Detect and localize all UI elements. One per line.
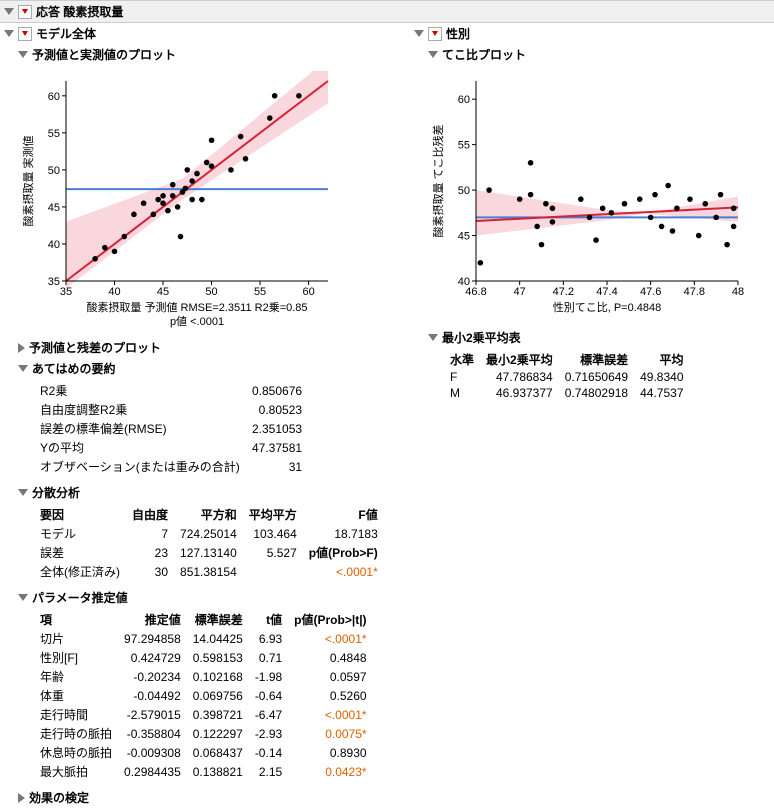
svg-text:45: 45: [48, 202, 60, 214]
disclosure-icon[interactable]: [4, 8, 14, 15]
section-title: 最小2乗平均表: [442, 329, 521, 346]
svg-text:60: 60: [48, 91, 60, 103]
svg-text:40: 40: [48, 239, 60, 251]
svg-text:47.4: 47.4: [596, 286, 617, 298]
table-row: M46.9373770.7480291844.7537: [444, 385, 690, 401]
scatter-plot-1: 3535 40 40 45 45 50 50 55 55 60 60 酸素摂取量 予測値 RMSE=2…: [18, 71, 338, 331]
response-header: 応答 酸素摂取量: [0, 0, 774, 23]
svg-text:50: 50: [458, 185, 470, 197]
table-row: オブザベーション(または重みの合計)31: [34, 457, 308, 476]
svg-text:酸素摂取量 予測値 RMSE=2.3511 R2乗=0.85: 酸素摂取量 予測値 RMSE=2.3511 R2乗=0.85: [86, 300, 307, 314]
disclosure-icon[interactable]: [428, 334, 438, 341]
leverage-plot: 46.84747.247.447.647.8484045505560性別てこ比,…: [424, 65, 770, 327]
table-header-row: 水準最小2乗平均標準誤差平均: [444, 350, 690, 369]
svg-text:60: 60: [458, 94, 470, 106]
svg-text:35: 35: [48, 276, 60, 288]
lsmeans-table: 水準最小2乗平均標準誤差平均F47.7868340.7165064949.834…: [444, 350, 690, 401]
leverage-plot-header: てこ比プロット: [424, 44, 770, 65]
table-row: 休息時の脈拍-0.0093080.068437-0.140.8930: [34, 743, 373, 762]
menu-button[interactable]: [18, 27, 32, 41]
table-row: 誤差の標準偏差(RMSE)2.351053: [34, 419, 308, 438]
chevron-down-icon: [22, 9, 28, 14]
svg-text:47: 47: [514, 286, 526, 298]
section-title: 性別: [446, 25, 470, 42]
svg-text:50: 50: [48, 165, 60, 177]
table-row: 体重-0.044920.069756-0.640.5260: [34, 686, 373, 705]
svg-text:60: 60: [302, 286, 314, 298]
table-row: 年齢-0.202340.102168-1.980.0597: [34, 667, 373, 686]
chevron-down-icon: [22, 31, 28, 36]
svg-text:酸素摂取量 てこ比残差: 酸素摂取量 てこ比残差: [431, 124, 445, 237]
svg-text:酸素摂取量 実測値: 酸素摂取量 実測値: [21, 135, 35, 226]
model-title: モデル全体: [36, 25, 96, 42]
anova-header: 分散分析: [14, 482, 410, 503]
table-row: モデル7724.25014103.46418.7183: [34, 524, 384, 543]
table-header-row: 項推定値標準誤差t値p値(Prob>|t|): [34, 610, 373, 629]
disclosure-icon[interactable]: [18, 594, 28, 601]
response-title: 応答 酸素摂取量: [36, 3, 123, 20]
actual-by-predicted-plot: 3535 40 40 45 45 50 50 55 55 60 60 酸素摂取量 予測値 RMSE=2…: [14, 65, 410, 337]
disclosure-icon[interactable]: [18, 489, 28, 496]
lsmeans-header: 最小2乗平均表: [424, 327, 770, 348]
parameter-estimates-table: 項推定値標準誤差t値p値(Prob>|t|)切片97.29485814.0442…: [34, 610, 373, 781]
disclosure-icon[interactable]: [18, 343, 25, 353]
disclosure-icon[interactable]: [428, 51, 438, 58]
table-row: 切片97.29485814.044256.93<.0001*: [34, 629, 373, 648]
section-title: あてはめの要約: [32, 360, 116, 377]
table-row: 走行時間-2.5790150.398721-6.47<.0001*: [34, 705, 373, 724]
svg-text:性別てこ比, P=0.4848: 性別てこ比, P=0.4848: [553, 300, 662, 314]
svg-text:45: 45: [157, 286, 169, 298]
svg-text:47.6: 47.6: [640, 286, 661, 298]
table-row: 性別[F]0.4247290.5981530.710.4848: [34, 648, 373, 667]
svg-text:50: 50: [205, 286, 217, 298]
effect-tests-header: 効果の検定: [14, 787, 410, 808]
fit-summary-header: あてはめの要約: [14, 358, 410, 379]
table-row: 全体(修正済み)30851.38154<.0001*: [34, 562, 384, 581]
menu-button[interactable]: [428, 27, 442, 41]
disclosure-icon[interactable]: [18, 793, 25, 803]
svg-text:48: 48: [732, 286, 744, 298]
disclosure-icon[interactable]: [18, 51, 28, 58]
table-row: Yの平均47.37581: [34, 438, 308, 457]
svg-text:40: 40: [458, 276, 470, 288]
svg-text:47.2: 47.2: [553, 286, 574, 298]
table-row: R2乗0.850676: [34, 381, 308, 400]
table-row: 誤差23127.131405.527p値(Prob>F): [34, 543, 384, 562]
sex-header: 性別: [410, 23, 770, 44]
svg-text:45: 45: [458, 231, 470, 243]
disclosure-icon[interactable]: [18, 365, 28, 372]
anova-table: 要因自由度平方和平均平方F値モデル7724.25014103.46418.718…: [34, 505, 384, 581]
table-header-row: 要因自由度平方和平均平方F値: [34, 505, 384, 524]
scatter-plot-2: 46.84747.247.447.647.8484045505560性別てこ比,…: [428, 71, 748, 321]
menu-button[interactable]: [18, 5, 32, 19]
svg-text:55: 55: [48, 128, 60, 140]
plot-title: 予測値と残差のプロット: [29, 339, 161, 356]
section-title: 分散分析: [32, 484, 80, 501]
model-header: モデル全体: [0, 23, 410, 44]
param-header: パラメータ推定値: [14, 587, 410, 608]
svg-text:p値 <.0001: p値 <.0001: [170, 315, 224, 328]
svg-text:55: 55: [458, 140, 470, 152]
disclosure-icon[interactable]: [414, 30, 424, 37]
table-row: 最大脈拍0.29844350.1388212.150.0423*: [34, 762, 373, 781]
table-row: 自由度調整R2乗0.80523: [34, 400, 308, 419]
plot-title: 予測値と実測値のプロット: [32, 46, 176, 63]
residual-plot-header: 予測値と残差のプロット: [14, 337, 410, 358]
svg-text:40: 40: [108, 286, 120, 298]
plot-title: てこ比プロット: [442, 46, 526, 63]
svg-text:35: 35: [60, 286, 72, 298]
section-title: パラメータ推定値: [32, 589, 128, 606]
svg-text:47.8: 47.8: [684, 286, 705, 298]
table-row: 走行時の脈拍-0.3588040.122297-2.930.0075*: [34, 724, 373, 743]
disclosure-icon[interactable]: [4, 30, 14, 37]
svg-text:55: 55: [254, 286, 266, 298]
chevron-down-icon: [432, 31, 438, 36]
table-row: F47.7868340.7165064949.8340: [444, 369, 690, 385]
fit-summary-table: R2乗0.850676自由度調整R2乗0.80523誤差の標準偏差(RMSE)2…: [34, 381, 308, 476]
section-title: 効果の検定: [29, 789, 89, 806]
actual-by-predicted-header: 予測値と実測値のプロット: [14, 44, 410, 65]
